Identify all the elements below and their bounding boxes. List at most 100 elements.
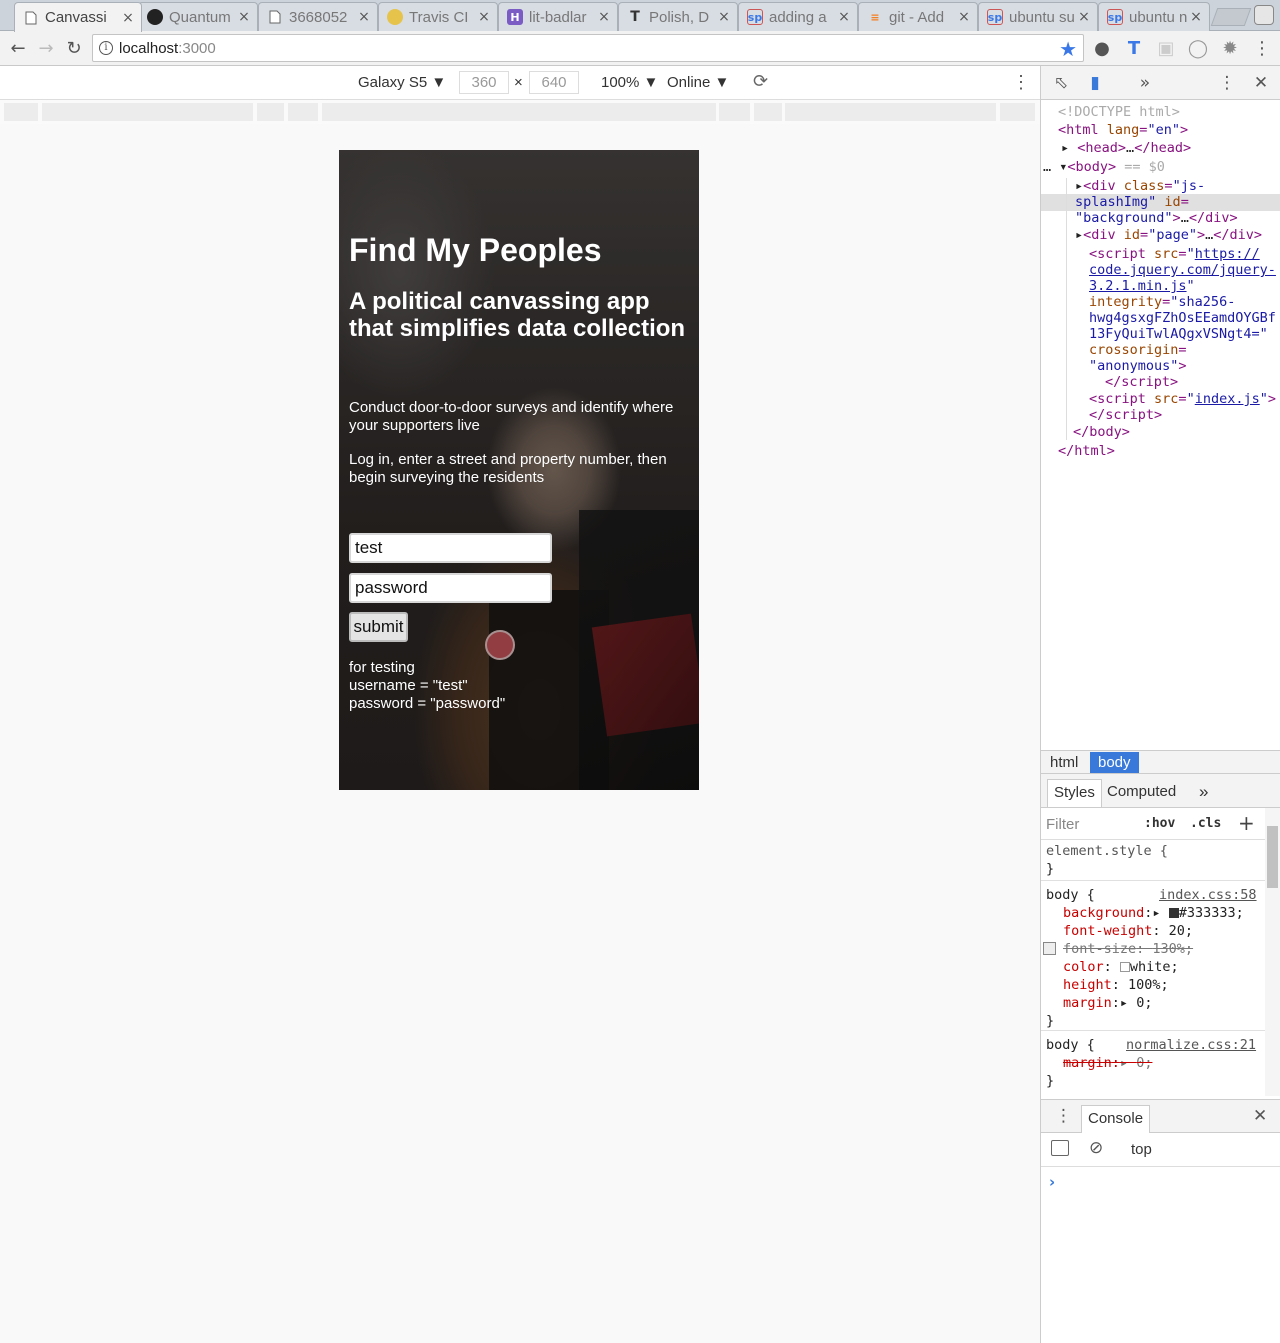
tab-console[interactable]: Console (1081, 1105, 1151, 1133)
close-icon[interactable]: × (957, 9, 971, 25)
html-node[interactable]: <html lang="en"> (1058, 122, 1188, 138)
tab-git-add[interactable]: ≡ git - Add × (858, 2, 978, 31)
tab-computed[interactable]: Computed (1101, 779, 1182, 807)
devtools-menu-icon[interactable]: ⋮ (1217, 73, 1237, 93)
info-icon[interactable]: i (99, 41, 113, 55)
ruler-segment[interactable] (719, 103, 750, 121)
tab-polish[interactable]: T Polish, D × (618, 2, 738, 31)
prop-margin[interactable]: margin:▸ 0; (1063, 994, 1152, 1012)
hov-toggle[interactable]: :hov (1144, 816, 1175, 831)
width-input[interactable]: 360 (459, 71, 509, 94)
bookmark-star-icon[interactable]: ★ (1059, 37, 1077, 61)
back-icon[interactable]: ← (7, 37, 29, 59)
script-jquery-node[interactable]: <script src="https:// (1089, 246, 1260, 262)
close-icon[interactable]: × (121, 10, 135, 26)
prop-font-size[interactable]: font-size: 130%; (1063, 940, 1193, 958)
body-rule-selector[interactable]: body { (1046, 886, 1095, 904)
div-page-node[interactable]: ▸<div id="page">…</div> (1075, 227, 1262, 243)
body-rule-selector-2[interactable]: body { (1046, 1036, 1095, 1054)
extension-camera-icon[interactable]: ▣ (1155, 37, 1177, 59)
prop-background[interactable]: background:▸ #333333; (1063, 904, 1244, 922)
close-devtools-icon[interactable]: ✕ (1251, 73, 1271, 93)
device-toggle-icon[interactable]: ▮ (1085, 73, 1105, 93)
close-icon[interactable]: × (837, 9, 851, 25)
script-index-node[interactable]: <script src="index.js"> (1089, 391, 1276, 407)
ruler-segment[interactable] (785, 103, 996, 121)
color-swatch[interactable] (1119, 962, 1130, 972)
scrollbar-thumb[interactable] (1267, 826, 1278, 888)
color-swatch[interactable] (1168, 908, 1179, 918)
close-drawer-icon[interactable]: ✕ (1253, 1106, 1267, 1126)
tab-styles[interactable]: Styles (1047, 779, 1102, 807)
close-icon[interactable]: × (477, 9, 491, 25)
tab-ubuntu-n[interactable]: sp ubuntu n × (1098, 2, 1210, 31)
more-options-icon[interactable]: ⋮ (1012, 72, 1030, 93)
device-select[interactable]: Galaxy S5 ▼ (358, 74, 446, 91)
submit-button[interactable]: submit (349, 612, 408, 642)
ruler-segment[interactable] (257, 103, 284, 121)
close-icon[interactable]: × (717, 9, 731, 25)
inspect-element-icon[interactable]: ⬁ (1051, 73, 1071, 93)
prop-height[interactable]: height: 100%; (1063, 976, 1169, 994)
clear-console-icon[interactable]: ⊘ (1089, 1138, 1103, 1158)
zoom-select[interactable]: 100% ▼ (601, 74, 658, 91)
drawer-menu-icon[interactable]: ⋮ (1055, 1106, 1072, 1126)
forward-icon[interactable]: → (35, 37, 57, 59)
close-icon[interactable]: × (597, 9, 611, 25)
more-panels-icon[interactable]: » (1135, 73, 1155, 93)
tab-canvassing[interactable]: Canvassi × (14, 2, 142, 32)
head-node[interactable]: ▸ <head>…</head> (1061, 140, 1191, 156)
ruler-segment[interactable] (288, 103, 318, 121)
tab-quantum[interactable]: Quantum × (138, 2, 258, 31)
intro-paragraph: Conduct door-to-door surveys and identif… (349, 399, 674, 434)
add-rule-icon[interactable]: + (1238, 811, 1255, 835)
body-node[interactable]: … ▾<body> == $0 (1043, 159, 1165, 175)
reload-icon[interactable]: ↻ (63, 37, 85, 59)
normalize-css-link[interactable]: normalize.css:21 (1126, 1036, 1256, 1054)
ruler-segment[interactable] (4, 103, 38, 121)
ruler-segment[interactable] (1000, 103, 1035, 121)
prop-font-weight[interactable]: font-weight: 20; (1063, 922, 1193, 940)
tab-travis[interactable]: Travis CI × (378, 2, 498, 31)
element-style-rule[interactable]: element.style { (1046, 842, 1168, 860)
prop-color[interactable]: color: white; (1063, 958, 1179, 976)
extension-bug-icon[interactable]: ✹ (1219, 37, 1241, 59)
sidebar-toggle-icon[interactable] (1051, 1140, 1069, 1156)
div-splash-node[interactable]: ▸<div class="js- (1075, 178, 1205, 194)
tab-lit-badlar[interactable]: H lit-badlar × (498, 2, 618, 31)
username-input[interactable]: test (349, 533, 552, 563)
extension-t-icon[interactable]: T (1123, 37, 1145, 59)
crumb-body[interactable]: body (1090, 752, 1139, 773)
disable-checkbox[interactable] (1043, 942, 1056, 955)
height-input[interactable]: 640 (529, 71, 579, 94)
filter-input[interactable]: Filter (1046, 816, 1079, 833)
new-tab-button[interactable] (1210, 8, 1252, 26)
menu-icon[interactable]: ⋮ (1251, 37, 1273, 59)
crumb-html[interactable]: html (1042, 752, 1086, 773)
index-css-link[interactable]: index.css:58 (1159, 886, 1257, 904)
close-icon[interactable]: × (1189, 9, 1203, 25)
rotate-icon[interactable]: ⟳ (753, 71, 768, 92)
network-select[interactable]: Online ▼ (667, 74, 729, 91)
prop-margin-overridden[interactable]: margin:▸ 0; (1063, 1054, 1152, 1072)
console-input[interactable]: › (1041, 1167, 1280, 1343)
cls-toggle[interactable]: .cls (1190, 816, 1221, 831)
ruler-segment[interactable] (322, 103, 716, 121)
extension-circle-icon[interactable]: ◯ (1187, 37, 1209, 59)
ruler-segment[interactable] (42, 103, 253, 121)
address-bar[interactable]: i localhost:3000 ★ (92, 34, 1084, 62)
styles-scrollbar[interactable] (1265, 808, 1280, 1096)
doctype-node[interactable]: <!DOCTYPE html> (1058, 104, 1180, 120)
password-input[interactable]: password (349, 573, 552, 603)
profile-icon[interactable] (1254, 5, 1274, 25)
more-tabs-icon[interactable]: » (1193, 779, 1214, 807)
context-select[interactable]: top (1131, 1141, 1152, 1158)
close-icon[interactable]: × (1077, 9, 1091, 25)
tab-adding[interactable]: sp adding a × (738, 2, 858, 31)
close-icon[interactable]: × (357, 9, 371, 25)
tab-3668052[interactable]: 3668052 × (258, 2, 378, 31)
extension-gnome-icon[interactable]: ● (1091, 37, 1113, 59)
close-icon[interactable]: × (237, 9, 251, 25)
tab-ubuntu-su[interactable]: sp ubuntu su × (978, 2, 1098, 31)
ruler-segment[interactable] (754, 103, 782, 121)
